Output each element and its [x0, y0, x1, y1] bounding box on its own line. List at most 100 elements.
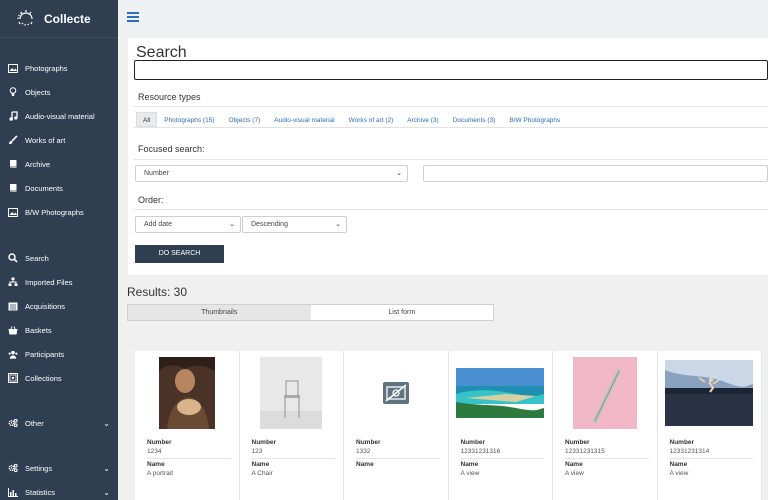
divider: [134, 159, 768, 160]
tab-all[interactable]: All: [136, 112, 158, 127]
sidebar-item-label: Settings: [25, 463, 53, 473]
name-value: A portrait: [147, 470, 174, 477]
name-value: A view: [460, 470, 480, 477]
sidebar-item-settings[interactable]: Settings ⌄: [0, 456, 118, 480]
name-label: Name: [251, 461, 270, 468]
sidebar-item-label: Documents: [25, 183, 63, 193]
chevron-down-icon: ⌄: [103, 418, 110, 428]
chevron-down-icon: ⌄: [103, 463, 110, 473]
tab-b-w-photographs[interactable]: B/W Photographs: [502, 112, 567, 127]
focused-value-input[interactable]: [423, 165, 768, 182]
sidebar-item-acquisitions[interactable]: Acquisitions: [0, 294, 118, 318]
results-grid: Number 1234 Name A portrait Number 123 Name A C…: [135, 351, 768, 500]
order-direction-select[interactable]: Descending ⌄: [242, 216, 347, 233]
search-input[interactable]: [134, 60, 768, 80]
no-image-icon[interactable]: [344, 351, 448, 435]
thumbnail-image[interactable]: [449, 351, 553, 435]
brand-name: Collecte: [44, 11, 91, 26]
image-icon: [8, 63, 18, 73]
search-icon: [8, 253, 18, 263]
tab-objects[interactable]: Objects (7): [221, 112, 267, 127]
sidebar-item-other[interactable]: Other ⌄: [0, 411, 118, 435]
number-label: Number: [565, 439, 590, 446]
thumbnail-image[interactable]: [658, 351, 762, 435]
tab-documents[interactable]: Documents (3): [446, 112, 503, 127]
sidebar-item-label: Acquisitions: [25, 301, 66, 311]
sidebar-item-b-w-photographs[interactable]: B/W Photographs: [0, 200, 118, 224]
number-label: Number: [147, 439, 172, 446]
divider: [134, 127, 768, 128]
tab-audio-visual-material[interactable]: Audio-visual material: [267, 112, 341, 127]
chevron-down-icon: ⌄: [229, 221, 235, 228]
sidebar-item-label: Audio-visual material: [25, 111, 95, 121]
list-view-button[interactable]: List form: [311, 305, 494, 320]
order-by-select[interactable]: Add date ⌄: [135, 216, 241, 233]
focused-field-value: Number: [144, 170, 169, 177]
logo-icon: [17, 9, 33, 26]
app: Collecte Photographs Objects Audio-visual …: [0, 0, 768, 500]
sidebar-item-label: Archive: [25, 159, 51, 169]
sidebar-item-statistics[interactable]: Statistics ⌄: [0, 480, 118, 500]
users-icon: [8, 349, 18, 359]
sidebar-item-audio-visual-material[interactable]: Audio-visual material: [0, 104, 118, 128]
sidebar-item-works-of-art[interactable]: Works of art: [0, 128, 118, 152]
resource-type-tabs: All Photographs (15) Objects (7) Audio-visu…: [136, 112, 567, 127]
result-card[interactable]: Number 1234 Name A portrait: [135, 351, 240, 500]
thumbnails-view-button[interactable]: Thumbnails: [128, 305, 311, 320]
sidebar-item-label: Photographs: [25, 63, 68, 73]
number-value: 12331231315: [565, 446, 649, 459]
name-label: Name: [669, 461, 688, 468]
do-search-button[interactable]: DO SEARCH: [135, 245, 224, 263]
order-by-value: Add date: [144, 221, 173, 228]
result-card[interactable]: Number 12331231315 Name A view: [553, 351, 658, 500]
divider: [134, 106, 768, 107]
number-value: 123: [251, 446, 335, 459]
sidebar-item-participants[interactable]: Participants: [0, 342, 118, 366]
sidebar-item-label: Participants: [25, 349, 65, 359]
image-icon: [8, 207, 18, 217]
result-card[interactable]: Number 12331231314 Name A view: [657, 351, 762, 500]
result-card[interactable]: Number 1332 Name: [344, 351, 449, 500]
collections-icon: [8, 373, 18, 383]
thumbnail-image[interactable]: [135, 351, 239, 435]
name-label: Name: [460, 461, 479, 468]
sidebar-item-archive[interactable]: Archive: [0, 152, 118, 176]
brand[interactable]: Collecte: [0, 0, 118, 38]
bulb-icon: [8, 87, 18, 97]
name-value: A view: [565, 470, 584, 477]
results-title: Results: 30: [127, 285, 188, 299]
name-label: Name: [356, 461, 374, 468]
sidebar-item-documents[interactable]: Documents: [0, 176, 118, 200]
sidebar-item-objects[interactable]: Objects: [0, 80, 118, 104]
result-card[interactable]: Number 123 Name A Chair: [239, 351, 344, 500]
order-label: Order:: [138, 195, 164, 205]
name-label: Name: [565, 461, 583, 468]
sidebar-item-baskets[interactable]: Baskets: [0, 318, 118, 342]
tab-archive[interactable]: Archive (3): [400, 112, 445, 127]
view-toggle: Thumbnails List form: [127, 304, 494, 321]
sidebar-item-label: Objects: [25, 87, 51, 97]
sidebar-item-label: B/W Photographs: [25, 207, 84, 217]
tab-works-of-art[interactable]: Works of art (2): [342, 112, 401, 127]
result-card[interactable]: Number 12331231316 Name A view: [448, 351, 553, 500]
brush-icon: [8, 135, 18, 145]
tab-photographs[interactable]: Photographs (15): [157, 112, 221, 127]
sidebar-item-search[interactable]: Search: [0, 246, 118, 270]
name-value: A view: [669, 470, 689, 477]
topbar: [118, 0, 768, 38]
sidebar-item-imported-files[interactable]: Imported Files: [0, 270, 118, 294]
sidebar-item-collections[interactable]: Collections: [0, 366, 118, 390]
number-label: Number: [251, 439, 277, 446]
focused-field-select[interactable]: Number ⌄: [135, 165, 408, 182]
number-label: Number: [460, 439, 486, 446]
resource-types-label: Resource types: [138, 92, 201, 102]
card-meta: Number 12331231316 Name A view: [460, 437, 544, 480]
sidebar-item-photographs[interactable]: Photographs: [0, 56, 118, 80]
menu-toggle-icon[interactable]: [127, 12, 139, 22]
thumbnail-image[interactable]: [240, 351, 344, 435]
thumbnail-image[interactable]: [553, 351, 657, 435]
chevron-down-icon: ⌄: [103, 487, 110, 497]
card-meta: Number 12331231314 Name A view: [669, 437, 753, 480]
divider: [134, 209, 768, 210]
basket-icon: [8, 325, 18, 335]
